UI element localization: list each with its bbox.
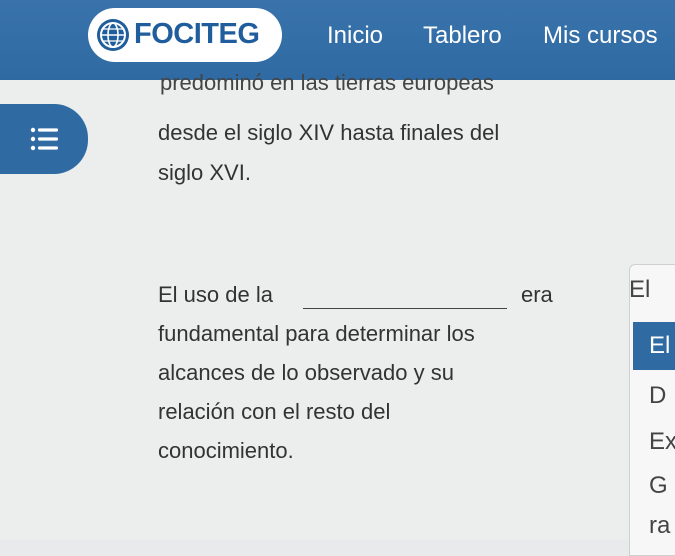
- paragraph-line: desde el siglo XIV hasta finales del: [158, 120, 500, 145]
- brand-name: FOCITEG: [134, 18, 260, 50]
- sentence-after-blank: era: [521, 282, 553, 307]
- dropdown-option[interactable]: ra: [649, 512, 675, 540]
- sentence-start: El uso de la: [158, 282, 273, 307]
- dropdown-option[interactable]: El: [649, 332, 675, 360]
- nav-inicio[interactable]: Inicio: [327, 22, 383, 50]
- globe-icon: [97, 19, 129, 51]
- paragraph-line: conocimiento.: [158, 438, 294, 463]
- paragraph-line: siglo XVI.: [158, 160, 251, 185]
- paragraph-line: fundamental para determinar los: [158, 321, 475, 346]
- dropdown-option[interactable]: G: [649, 472, 675, 500]
- dropdown-selected-value: El: [629, 276, 651, 303]
- menu-toggle-button[interactable]: [0, 104, 88, 174]
- dropdown-option[interactable]: D: [649, 382, 675, 410]
- paragraph-line: relación con el resto del: [158, 399, 391, 424]
- content-area: [0, 80, 675, 540]
- menu-list-icon: [30, 127, 58, 151]
- paragraph-line: alcances de lo observado y su: [158, 360, 454, 385]
- partial-text-line: predominó en las tierras europeas: [160, 70, 494, 95]
- answer-blank[interactable]: [303, 308, 507, 309]
- dropdown-option[interactable]: Ex: [649, 428, 675, 456]
- brand-logo[interactable]: FOCITEG: [88, 8, 282, 62]
- nav-mis-cursos[interactable]: Mis cursos: [543, 22, 658, 50]
- nav-tablero[interactable]: Tablero: [423, 22, 502, 50]
- top-navbar: FOCITEG Inicio Tablero Mis cursos: [0, 0, 675, 80]
